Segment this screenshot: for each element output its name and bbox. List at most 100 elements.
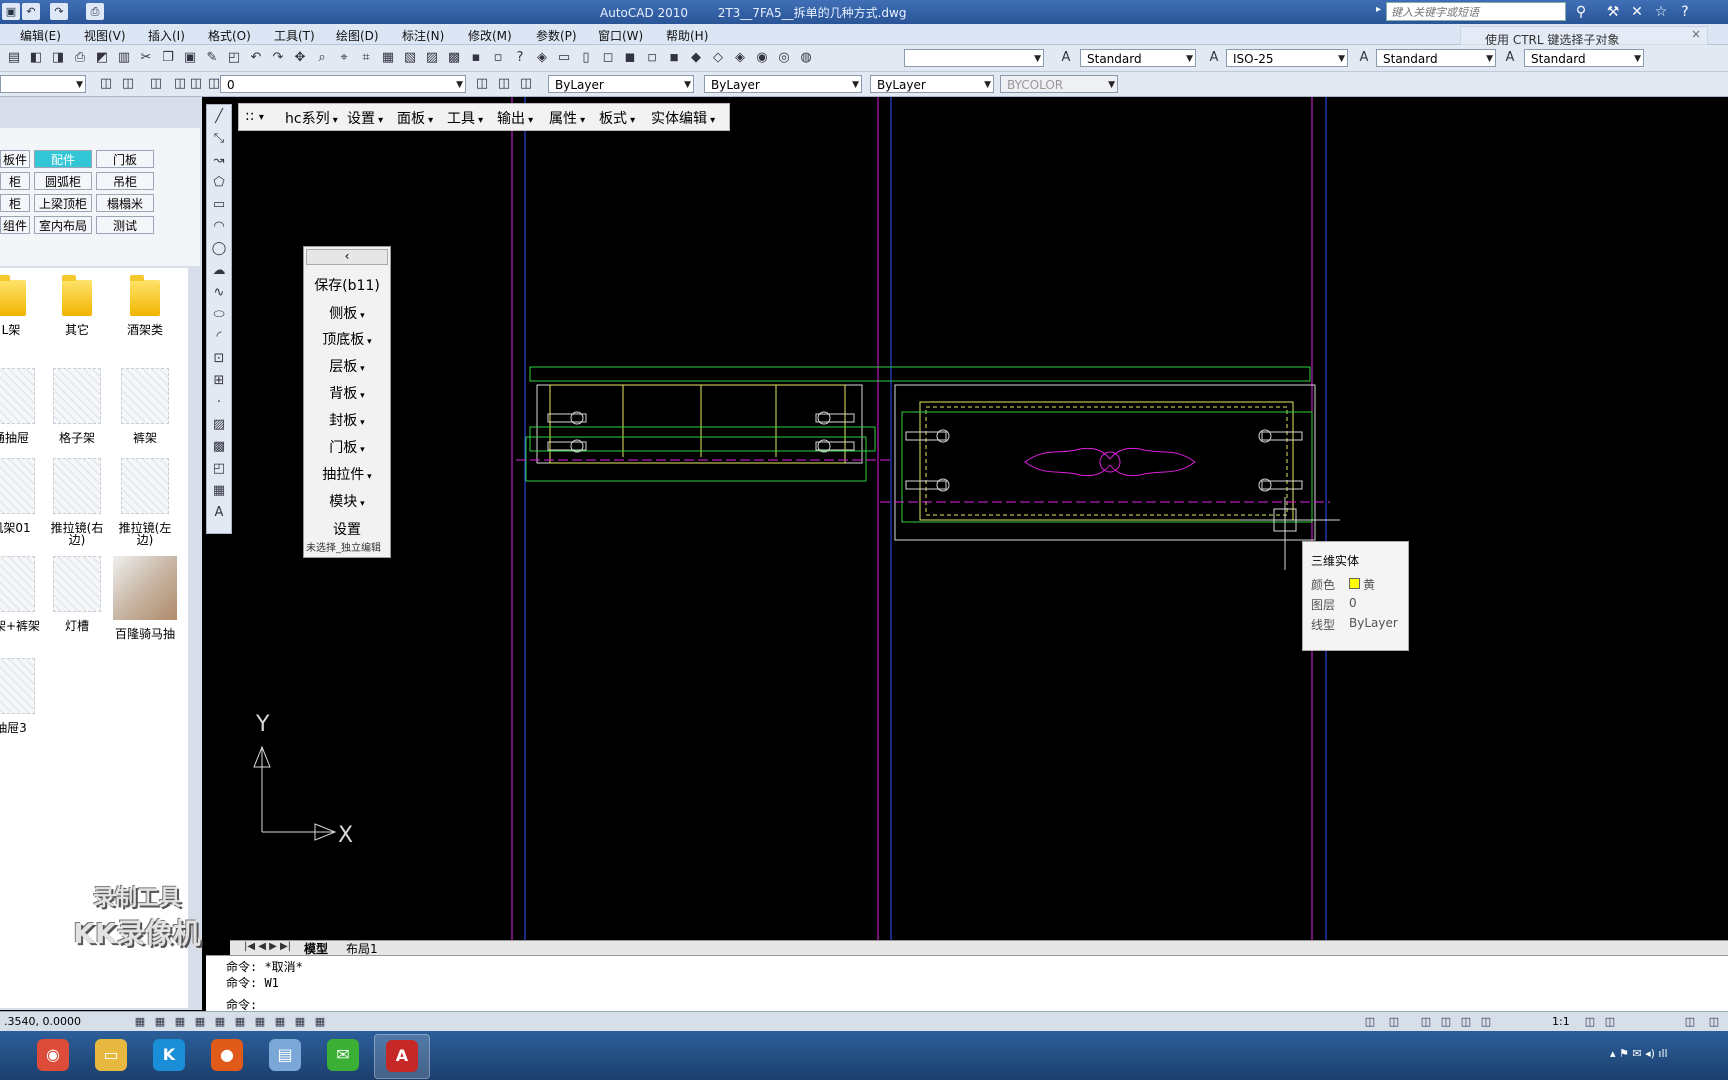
hc-menu-item[interactable]: 设置 ▾ [347,108,383,128]
dim-style-combo[interactable]: ISO-25 ▼ [1226,49,1348,67]
menu-9[interactable]: 窗口(W) [598,27,643,44]
menu-4[interactable]: 工具(T) [274,27,315,44]
layer-prev-icon[interactable]: ◫ [146,74,166,94]
taskbar-wechat[interactable]: ✉ [316,1034,370,1077]
3dorbit-icon[interactable]: ◈ [532,48,552,68]
pan-icon[interactable]: ✥ [290,48,310,68]
layout-icon[interactable]: ◫ [1384,1012,1404,1032]
open-icon[interactable]: ◧ [26,48,46,68]
zoomwin-icon[interactable]: ⌖ [334,48,354,68]
panel-item[interactable]: 保存(b11) [304,275,390,295]
design-center-icon[interactable]: ▧ [400,48,420,68]
palette-button[interactable]: 吊柜 [96,172,154,190]
palette-button[interactable]: 上梁顶柜 [34,194,92,212]
palette-button[interactable]: 组件 [0,216,30,234]
xline-icon[interactable]: ⤡ [209,129,229,149]
sheet-set-icon[interactable]: ▩ [444,48,464,68]
workspace-combo[interactable]: ▼ [904,49,1044,67]
zoom-icon[interactable]: ◫ [1436,1012,1456,1032]
layer-manager-icon[interactable]: ◫ [96,74,116,94]
text-style-combo[interactable]: Standard ▼ [1080,49,1196,67]
dyn-toggle-icon[interactable]: ▦ [270,1012,290,1032]
help-icon[interactable]: ? [1676,3,1694,21]
collapse-button[interactable]: ‹ [306,249,388,265]
insert-block-icon[interactable]: ⊡ [209,349,229,369]
preview-icon[interactable]: ◩ [92,48,112,68]
gallery-item[interactable]: 裤架 [112,368,178,444]
cut-icon[interactable]: ✂ [136,48,156,68]
multileader-style-combo[interactable]: Standard ▼ [1524,49,1644,67]
zoom-icon[interactable]: ⌕ [312,48,332,68]
hc-menu-item[interactable]: 实体编辑 ▾ [651,108,715,128]
favorites-icon[interactable]: ☆ [1652,3,1670,21]
layer-combo[interactable]: 0 ▼ [220,75,466,93]
palette-button[interactable]: 门板 [96,150,154,168]
drawing-canvas[interactable]: Y X [230,97,1728,940]
lwt-toggle-icon[interactable]: ▦ [290,1012,310,1032]
hc-menu-item[interactable]: hc系列 ▾ [285,108,338,128]
panel-item[interactable]: 顶底板 ▾ [304,329,390,349]
gallery-item[interactable]: 其它 [44,275,110,336]
paste-icon[interactable]: ▣ [180,48,200,68]
pan-icon[interactable]: ◫ [1416,1012,1436,1032]
menu-1[interactable]: 视图(V) [84,27,126,44]
palette-button[interactable]: 板件 [0,150,30,168]
taskbar-notepad[interactable]: ▤ [258,1034,312,1077]
zoomprev-icon[interactable]: ⌗ [356,48,376,68]
palette-button[interactable]: 测试 [96,216,154,234]
gallery-item[interactable]: L架 [0,275,44,336]
color-combo[interactable]: ByLayer ▼ [548,75,694,93]
gallery-item[interactable]: 机架01 [0,458,44,534]
hc-menu-item[interactable]: 属性 ▾ [549,108,585,128]
system-tray-icon[interactable]: ▴ ⚑ ✉ ◂) ıll [1610,1047,1668,1060]
ellipse-arc-icon[interactable]: ◜ [209,327,229,347]
gallery-item[interactable]: 抽屉3 [0,658,44,734]
command-line[interactable]: 命令: *取消* 命令: W1 命令: [206,955,1728,1012]
panel-item[interactable]: 抽拉件 ▾ [304,464,390,484]
arc-icon[interactable]: ◠ [209,217,229,237]
annotation-visibility-icon[interactable]: ◫ [1580,1012,1600,1032]
gallery-item[interactable]: 通抽屉 [0,368,44,444]
iso4-icon[interactable]: ◉ [752,48,772,68]
ducs-toggle-icon[interactable]: ▦ [250,1012,270,1032]
palette-button[interactable]: 柜 [0,194,30,212]
hatch-icon[interactable]: ▨ [209,415,229,435]
palette-button[interactable]: 圆弧柜 [34,172,92,190]
view4-icon[interactable]: ◼ [620,48,640,68]
hc-menu-item[interactable]: 面板 ▾ [397,108,433,128]
workspace-select[interactable]: ▼ [0,75,86,93]
panel-item[interactable]: 封板 ▾ [304,410,390,430]
circle-icon[interactable]: ◯ [209,239,229,259]
view3-icon[interactable]: ◻ [598,48,618,68]
tab-nav-icon[interactable]: |◀ ◀ ▶ ▶| [244,941,291,952]
rectangle-icon[interactable]: ▭ [209,195,229,215]
polar-toggle-icon[interactable]: ▦ [190,1012,210,1032]
properties-icon[interactable]: ▦ [378,48,398,68]
hc-menu-item[interactable]: 工具 ▾ [447,108,483,128]
lock-toolbar-icon[interactable]: ◫ [1680,1012,1700,1032]
redo-icon[interactable]: ↷ [50,3,68,20]
palette-button[interactable]: 室内布局 [34,216,92,234]
snap-toggle-icon[interactable]: ▦ [130,1012,150,1032]
camera-icon[interactable]: ◎ [774,48,794,68]
text-style-icon[interactable]: A [1056,48,1076,68]
table-style-icon[interactable]: A [1354,48,1374,68]
lock-icon[interactable]: ◫ [204,74,224,94]
linetype-combo[interactable]: ByLayer ▼ [704,75,862,93]
polygon-icon[interactable]: ⬠ [209,173,229,193]
table-style-combo[interactable]: Standard ▼ [1376,49,1496,67]
taskbar-chrome[interactable]: ◉ [26,1034,80,1077]
taskbar-explorer[interactable]: ▭ [84,1034,138,1077]
polyline-icon[interactable]: ↝ [209,151,229,171]
palette-button[interactable]: 柜 [0,172,30,190]
communication-icon[interactable]: ✕ [1628,3,1646,21]
annotation-scale[interactable]: 1:1 [1552,1015,1570,1028]
markup-icon[interactable]: ▪ [466,48,486,68]
menu-10[interactable]: 帮助(H) [666,27,708,44]
named-views-icon[interactable]: ◍ [796,48,816,68]
steeringwheel-icon[interactable]: ◫ [1456,1012,1476,1032]
sun-icon[interactable]: ◫ [186,74,206,94]
calc-icon[interactable]: ▫ [488,48,508,68]
menu-3[interactable]: 格式(O) [208,27,251,44]
gradient-icon[interactable]: ▩ [209,437,229,457]
